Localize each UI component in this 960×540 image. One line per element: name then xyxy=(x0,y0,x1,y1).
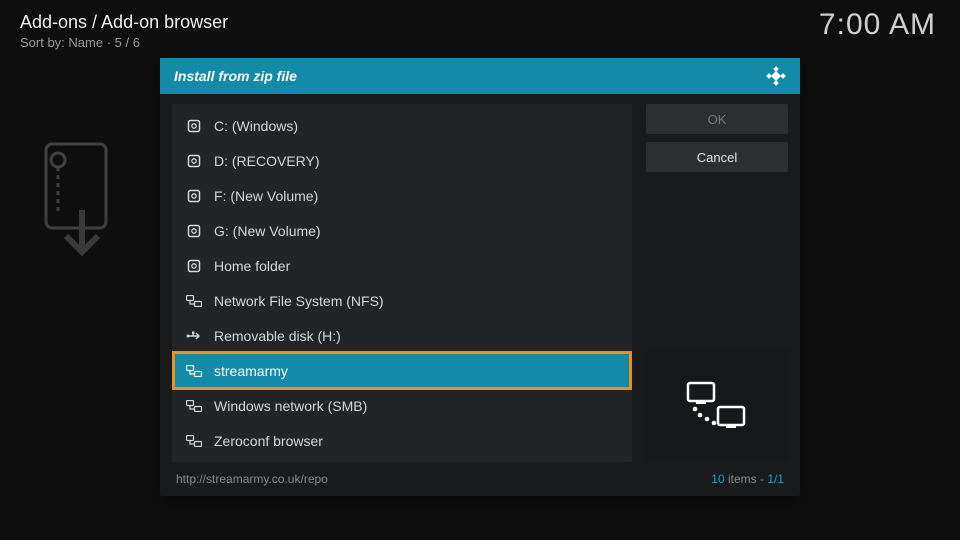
current-path: http://streamarmy.co.uk/repo xyxy=(176,472,328,486)
drive-icon xyxy=(186,154,202,168)
kodi-logo-icon xyxy=(766,66,786,86)
network-icon xyxy=(186,365,202,377)
file-item-label: Network File System (NFS) xyxy=(214,293,384,309)
file-item[interactable]: D: (RECOVERY) xyxy=(172,143,632,178)
file-item-label: Removable disk (H:) xyxy=(214,328,341,344)
file-item[interactable]: streamarmy xyxy=(172,351,632,390)
install-from-zip-dialog: Install from zip file C: (Windows) D: (R… xyxy=(160,58,800,496)
network-icon xyxy=(186,400,202,412)
file-item[interactable]: Removable disk (H:) xyxy=(172,318,632,353)
file-item[interactable]: Home folder xyxy=(172,248,632,283)
usb-icon xyxy=(186,331,202,341)
file-item[interactable]: Windows network (SMB) xyxy=(172,388,632,423)
drive-icon xyxy=(186,189,202,203)
cancel-button[interactable]: Cancel xyxy=(646,142,788,172)
file-item-label: D: (RECOVERY) xyxy=(214,153,320,169)
file-item-label: streamarmy xyxy=(214,363,288,379)
item-count: 10 items - 1/1 xyxy=(711,472,784,486)
network-icon xyxy=(186,435,202,447)
drive-icon xyxy=(186,224,202,238)
dialog-footer: http://streamarmy.co.uk/repo 10 items - … xyxy=(160,466,800,496)
source-preview-panel xyxy=(646,350,788,462)
network-icon xyxy=(186,295,202,307)
sort-indicator: Sort by: Name · 5 / 6 xyxy=(20,35,228,50)
file-item[interactable]: Network File System (NFS) xyxy=(172,283,632,318)
file-item[interactable]: C: (Windows) xyxy=(172,108,632,143)
file-item[interactable]: G: (New Volume) xyxy=(172,213,632,248)
file-item-label: C: (Windows) xyxy=(214,118,298,134)
dialog-title: Install from zip file xyxy=(174,68,297,84)
clock: 7:00 AM xyxy=(819,8,936,42)
dialog-body: C: (Windows) D: (RECOVERY) F: (New Volum… xyxy=(160,94,800,466)
dialog-titlebar: Install from zip file xyxy=(160,58,800,94)
ok-button[interactable]: OK xyxy=(646,104,788,134)
dialog-side-column: OK Cancel xyxy=(646,104,788,462)
file-item-label: Home folder xyxy=(214,258,290,274)
zip-install-icon xyxy=(40,140,140,270)
breadcrumb: Add-ons / Add-on browser xyxy=(20,12,228,33)
file-browser-list[interactable]: C: (Windows) D: (RECOVERY) F: (New Volum… xyxy=(172,104,632,462)
file-item-label: F: (New Volume) xyxy=(214,188,318,204)
page-header: Add-ons / Add-on browser Sort by: Name ·… xyxy=(20,12,228,50)
drive-icon xyxy=(186,259,202,273)
file-item[interactable]: F: (New Volume) xyxy=(172,178,632,213)
file-item[interactable]: Zeroconf browser xyxy=(172,423,632,458)
file-item-label: Zeroconf browser xyxy=(214,433,323,449)
network-source-icon xyxy=(682,379,752,433)
file-item-label: G: (New Volume) xyxy=(214,223,321,239)
file-item-label: Windows network (SMB) xyxy=(214,398,367,414)
drive-icon xyxy=(186,119,202,133)
